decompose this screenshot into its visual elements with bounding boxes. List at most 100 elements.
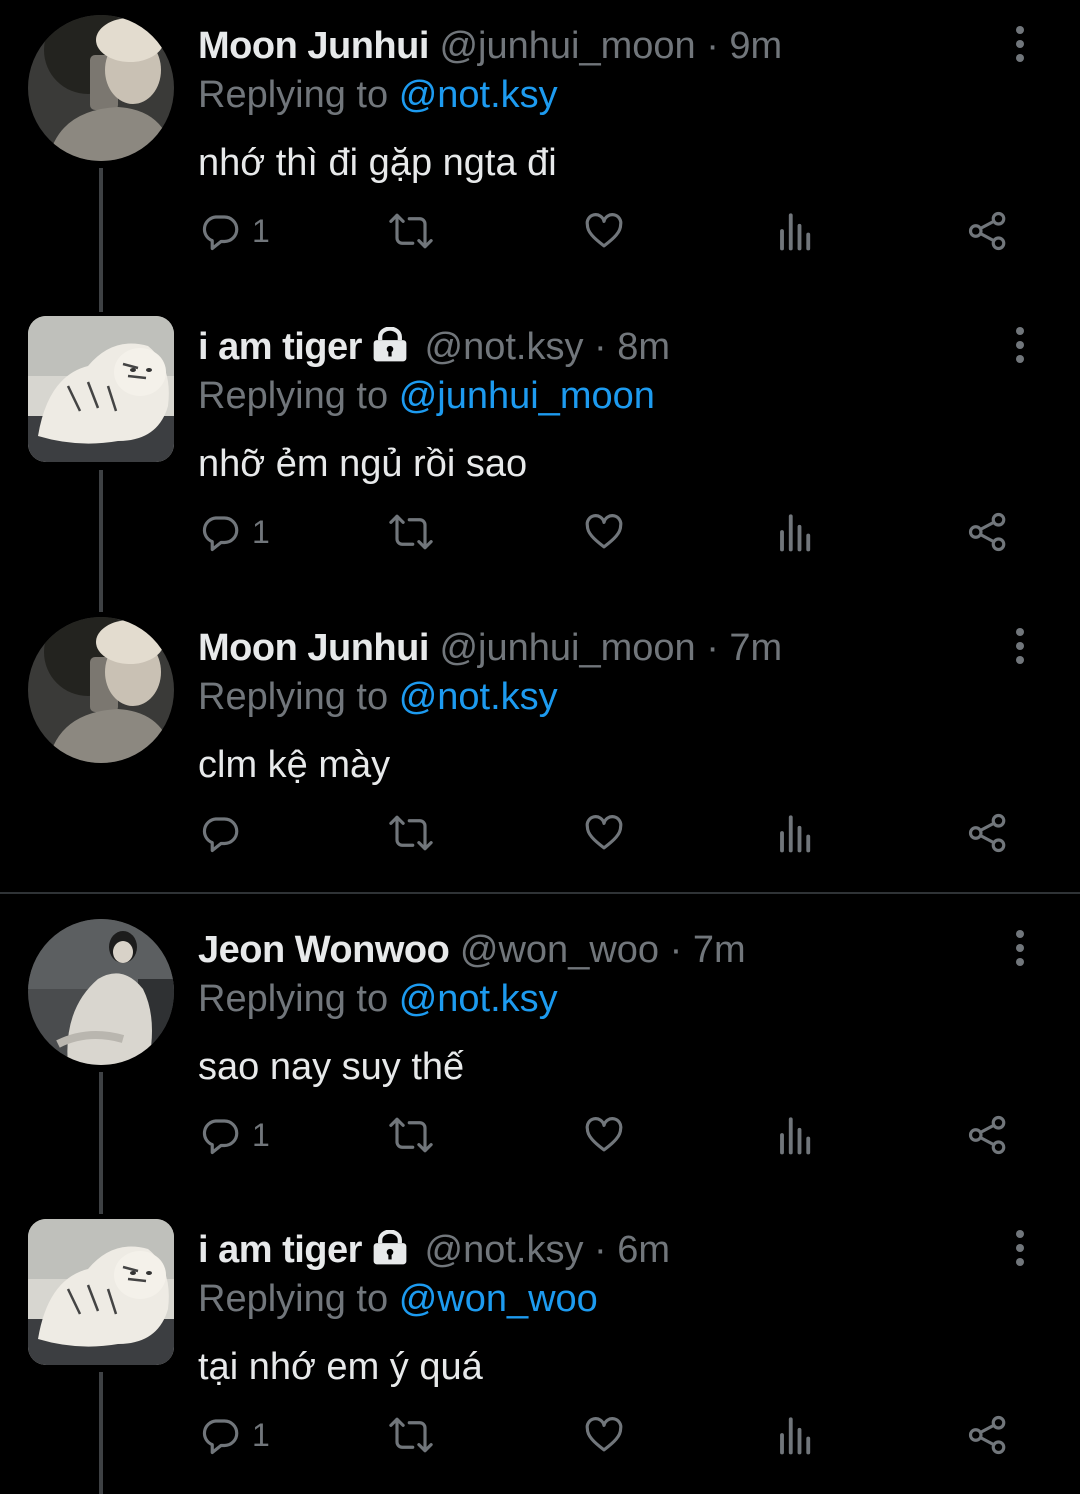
timestamp[interactable]: 8m (617, 326, 670, 368)
display-name[interactable]: i am tiger (198, 1229, 362, 1271)
replying-mention[interactable]: @won_woo (399, 1278, 598, 1320)
conversation-divider (0, 892, 1080, 894)
tweet-header: Moon Junhui @junhui_moon · 9m (198, 22, 782, 70)
more-icon[interactable] (1004, 24, 1036, 64)
tweet-text: nhỡ ẻm ngủ rồi sao (198, 443, 528, 485)
views-button[interactable] (776, 201, 816, 261)
user-handle[interactable]: @junhui_moon (439, 25, 695, 67)
separator-dot: · (594, 1229, 607, 1271)
more-icon[interactable] (1004, 928, 1036, 968)
replying-to: Replying to @not.ksy (198, 975, 558, 1023)
display-name[interactable]: Jeon Wonwoo (198, 929, 450, 971)
display-name[interactable]: Moon Junhui (198, 25, 429, 67)
separator-dot: · (706, 25, 719, 67)
more-icon[interactable] (1004, 626, 1036, 666)
views-icon (776, 210, 816, 252)
separator-dot: · (669, 929, 683, 971)
reply-button[interactable]: 1 (200, 502, 270, 562)
reply-button[interactable]: 1 (200, 201, 270, 261)
retweet-button[interactable] (388, 1105, 434, 1165)
reply-icon (200, 1114, 242, 1156)
avatar[interactable] (28, 1219, 174, 1365)
user-handle[interactable]: @not.ksy (425, 326, 584, 368)
avatar[interactable] (28, 919, 174, 1065)
retweet-icon (388, 1414, 434, 1456)
replying-to: Replying to @won_woo (198, 1275, 598, 1323)
reply-icon (200, 812, 242, 854)
timestamp[interactable]: 6m (617, 1229, 670, 1271)
views-button[interactable] (776, 1405, 816, 1465)
replying-mention[interactable]: @not.ksy (399, 676, 558, 718)
share-icon (966, 1414, 1010, 1456)
replying-mention[interactable]: @not.ksy (399, 978, 558, 1020)
share-icon (966, 1114, 1010, 1156)
like-button[interactable] (582, 502, 626, 562)
avatar[interactable] (28, 15, 174, 161)
action-bar: 1 (0, 201, 1080, 261)
timestamp[interactable]: 7m (729, 627, 782, 669)
views-icon (776, 812, 816, 854)
share-icon (966, 511, 1010, 553)
tweet-text: nhớ thì đi gặp ngta đi (198, 142, 557, 184)
reply-icon (200, 511, 242, 553)
retweet-button[interactable] (388, 803, 434, 863)
share-button[interactable] (966, 201, 1010, 261)
action-bar (0, 803, 1080, 863)
avatar[interactable] (28, 617, 174, 763)
share-button[interactable] (966, 1405, 1010, 1465)
action-bar: 1 (0, 1405, 1080, 1465)
reply-button[interactable]: 1 (200, 1105, 270, 1165)
like-button[interactable] (582, 803, 626, 863)
replying-label: Replying to (198, 74, 389, 116)
views-button[interactable] (776, 803, 816, 863)
replying-to: Replying to @not.ksy (198, 673, 558, 721)
reply-button[interactable]: 1 (200, 1405, 270, 1465)
share-button[interactable] (966, 1105, 1010, 1165)
avatar[interactable] (28, 316, 174, 462)
more-icon[interactable] (1004, 1228, 1036, 1268)
replying-mention[interactable]: @junhui_moon (399, 375, 655, 417)
retweet-button[interactable] (388, 1405, 434, 1465)
like-button[interactable] (582, 201, 626, 261)
reply-icon (200, 210, 242, 252)
retweet-icon (388, 1114, 434, 1156)
reply-icon (200, 1414, 242, 1456)
display-name[interactable]: i am tiger (198, 326, 362, 368)
reply-count: 1 (252, 513, 270, 550)
retweet-icon (388, 812, 434, 854)
user-handle[interactable]: @junhui_moon (439, 627, 695, 669)
replying-mention[interactable]: @not.ksy (399, 74, 558, 116)
tweet-header: Moon Junhui @junhui_moon · 7m (198, 624, 782, 672)
user-handle[interactable]: @won_woo (460, 929, 659, 971)
action-bar: 1 (0, 502, 1080, 562)
retweet-button[interactable] (388, 502, 434, 562)
like-button[interactable] (582, 1105, 626, 1165)
like-icon (582, 812, 626, 854)
views-button[interactable] (776, 1105, 816, 1165)
tweet-header: i am tiger @not.ksy · 6m (198, 1226, 670, 1278)
views-button[interactable] (776, 502, 816, 562)
share-icon (966, 812, 1010, 854)
like-icon (582, 1114, 626, 1156)
more-icon[interactable] (1004, 325, 1036, 365)
user-handle[interactable]: @not.ksy (425, 1229, 584, 1271)
reply-button[interactable] (200, 803, 252, 863)
retweet-icon (388, 210, 434, 252)
like-icon (582, 511, 626, 553)
reply-count: 1 (252, 212, 270, 249)
share-button[interactable] (966, 803, 1010, 863)
replying-label: Replying to (198, 1278, 389, 1320)
timestamp[interactable]: 9m (729, 25, 782, 67)
reply-count: 1 (252, 1416, 270, 1453)
display-name[interactable]: Moon Junhui (198, 627, 429, 669)
separator-dot: · (594, 326, 607, 368)
tweet-header: Jeon Wonwoo @won_woo · 7m (198, 926, 746, 974)
like-button[interactable] (582, 1405, 626, 1465)
timestamp[interactable]: 7m (693, 929, 746, 971)
lock-icon (370, 1229, 410, 1278)
views-icon (776, 511, 816, 553)
retweet-button[interactable] (388, 201, 434, 261)
reply-count: 1 (252, 1116, 270, 1153)
share-button[interactable] (966, 502, 1010, 562)
share-icon (966, 210, 1010, 252)
